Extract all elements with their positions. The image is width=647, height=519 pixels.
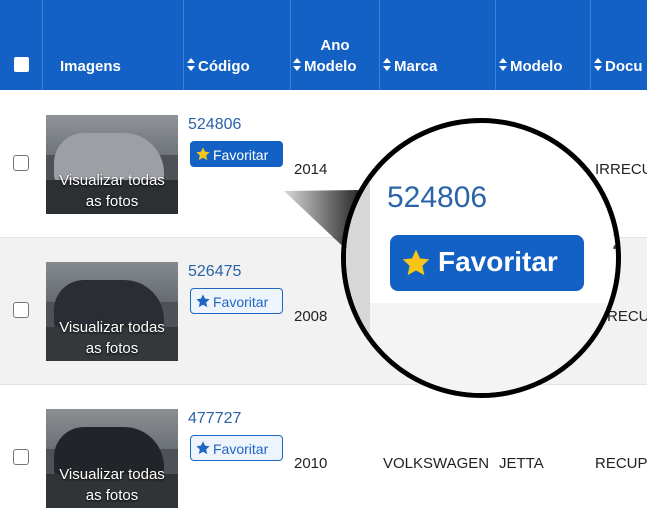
vehicle-photo[interactable]: Visualizar todas as fotos xyxy=(46,115,178,214)
star-icon xyxy=(196,441,210,455)
header-documento[interactable]: Docu xyxy=(591,0,647,90)
row-checkbox[interactable] xyxy=(13,155,29,171)
sort-icon xyxy=(594,58,602,72)
vehicle-photo[interactable]: Visualizar todas as fotos xyxy=(46,409,178,508)
zoomed-favorite-button: Favoritar xyxy=(390,235,584,291)
table-header: Imagens Código Ano Modelo Marca Modelo D… xyxy=(0,0,647,90)
zoomed-vehicle-code: 524806 xyxy=(387,181,488,214)
select-all-checkbox[interactable] xyxy=(14,57,29,72)
header-marca-label: Marca xyxy=(394,58,438,75)
favorite-label: Favoritar xyxy=(213,147,269,163)
header-documento-label: Docu xyxy=(605,58,643,75)
favorite-label: Favoritar xyxy=(213,441,269,457)
row-checkbox[interactable] xyxy=(13,449,29,465)
favorite-button[interactable]: Favoritar xyxy=(190,435,283,461)
header-imagens: Imagens xyxy=(43,0,184,90)
magnifier-zoom: 524806 Favoritar 2 xyxy=(341,118,621,398)
header-codigo[interactable]: Código xyxy=(184,0,291,90)
sort-icon xyxy=(187,58,195,72)
header-modelo-label: Modelo xyxy=(510,58,563,75)
header-ano-modelo[interactable]: Ano Modelo xyxy=(291,0,380,90)
sort-icon xyxy=(293,58,301,72)
header-ano-label: Ano xyxy=(320,37,350,54)
header-codigo-label: Código xyxy=(198,58,250,75)
zoomed-favorite-label: Favoritar xyxy=(438,246,558,277)
star-icon xyxy=(196,147,210,161)
header-marca[interactable]: Marca xyxy=(380,0,496,90)
vehicle-code-link[interactable]: 526475 xyxy=(188,263,241,281)
vehicle-brand: VOLKSWAGEN xyxy=(383,455,490,472)
vehicle-document-status: RECUPI xyxy=(595,455,647,472)
view-all-photos-label[interactable]: Visualizar todas as fotos xyxy=(46,170,178,212)
vehicle-year: 2014 xyxy=(294,161,328,178)
favorite-button[interactable]: Favoritar xyxy=(190,141,283,167)
vehicle-document-status: IRRECU xyxy=(595,161,647,178)
sort-icon xyxy=(383,58,391,72)
table-row: Visualizar todas as fotos 477727 Favorita… xyxy=(0,385,647,519)
star-icon xyxy=(196,294,210,308)
header-select-cell xyxy=(0,0,43,90)
favorite-button[interactable]: Favoritar xyxy=(190,288,283,314)
header-modelo[interactable]: Modelo xyxy=(496,0,591,90)
view-all-photos-label[interactable]: Visualizar todas as fotos xyxy=(46,317,178,359)
vehicle-year: 2010 xyxy=(294,455,328,472)
row-checkbox[interactable] xyxy=(13,302,29,318)
favorite-label: Favoritar xyxy=(213,294,269,310)
vehicle-code-link[interactable]: 524806 xyxy=(188,116,241,134)
vehicle-year: 2008 xyxy=(294,308,328,325)
vehicle-photo[interactable]: Visualizar todas as fotos xyxy=(46,262,178,361)
header-imagens-label: Imagens xyxy=(60,58,121,75)
header-modelo-line-label: Modelo xyxy=(304,58,357,75)
sort-icon xyxy=(499,58,507,72)
star-icon xyxy=(402,249,430,276)
vehicle-model: JETTA xyxy=(499,455,544,472)
vehicle-code-link[interactable]: 477727 xyxy=(188,410,241,428)
view-all-photos-label[interactable]: Visualizar todas as fotos xyxy=(46,464,178,506)
